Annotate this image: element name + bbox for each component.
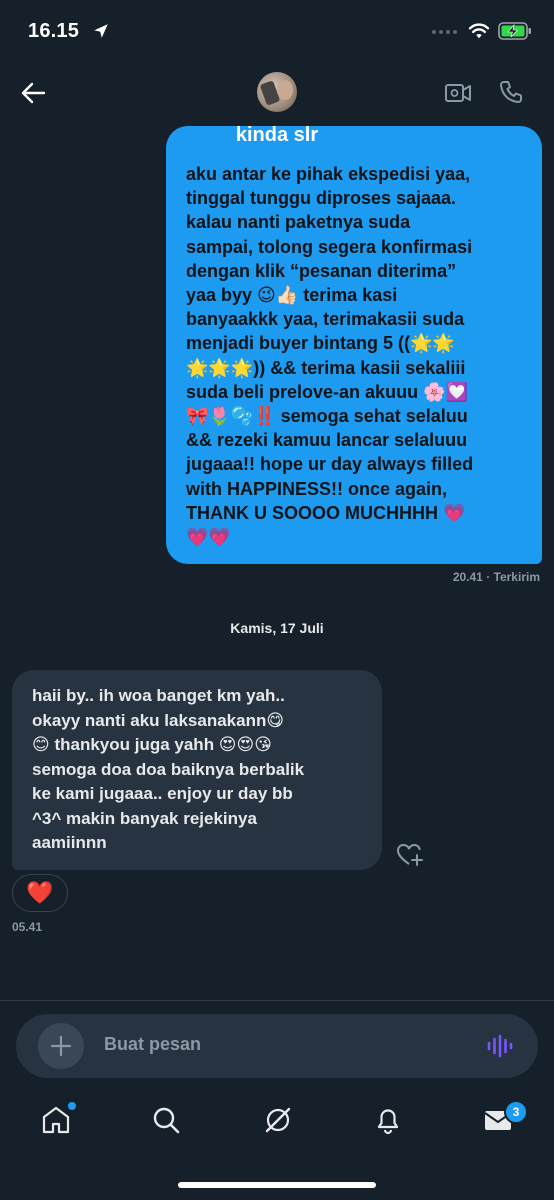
- heart-reaction[interactable]: ❤️: [12, 874, 68, 912]
- grok-icon[interactable]: [262, 1104, 294, 1136]
- plus-icon: [50, 1035, 72, 1057]
- status-bar: 16.15: [0, 0, 554, 64]
- contact-name[interactable]: kinda slr: [0, 124, 554, 147]
- video-call-icon[interactable]: [444, 80, 472, 106]
- back-arrow-icon[interactable]: [20, 80, 46, 106]
- phone-call-icon[interactable]: [498, 79, 524, 105]
- home-notification-dot: [68, 1102, 76, 1110]
- location-arrow-icon: [94, 24, 108, 38]
- add-attachment-button[interactable]: [38, 1023, 84, 1069]
- messages-badge: 3: [504, 1100, 528, 1124]
- voice-message-icon[interactable]: [486, 1034, 514, 1058]
- bottom-navigation: [0, 1090, 554, 1160]
- incoming-message-bubble[interactable]: haii by.. ih woa banget km yah.. okayy n…: [12, 670, 382, 870]
- home-indicator[interactable]: [178, 1182, 376, 1188]
- outgoing-message-meta: 20.41 · Terkirim: [452, 570, 540, 584]
- home-icon[interactable]: [40, 1104, 72, 1136]
- outgoing-message-text: aku antar ke pihak ekspedisi yaa, tingga…: [186, 164, 474, 548]
- message-composer[interactable]: Buat pesan: [16, 1014, 538, 1078]
- date-separator: Kamis, 17 Juli: [230, 620, 324, 636]
- cellular-signal-icon: [432, 30, 457, 34]
- incoming-message-text: haii by.. ih woa banget km yah.. okayy n…: [32, 686, 305, 852]
- search-icon[interactable]: [150, 1104, 182, 1136]
- notifications-bell-icon[interactable]: [372, 1104, 404, 1136]
- status-time: 16.15: [28, 20, 80, 42]
- add-reaction-icon[interactable]: [396, 842, 424, 868]
- outgoing-message-bubble[interactable]: aku antar ke pihak ekspedisi yaa, tingga…: [166, 126, 542, 564]
- contact-avatar[interactable]: [257, 72, 297, 112]
- incoming-message-time: 05.41: [12, 920, 43, 934]
- composer-divider: [0, 1000, 554, 1001]
- message-input[interactable]: Buat pesan: [104, 1034, 201, 1055]
- wifi-icon: [468, 23, 490, 39]
- battery-charging-icon: [498, 22, 531, 40]
